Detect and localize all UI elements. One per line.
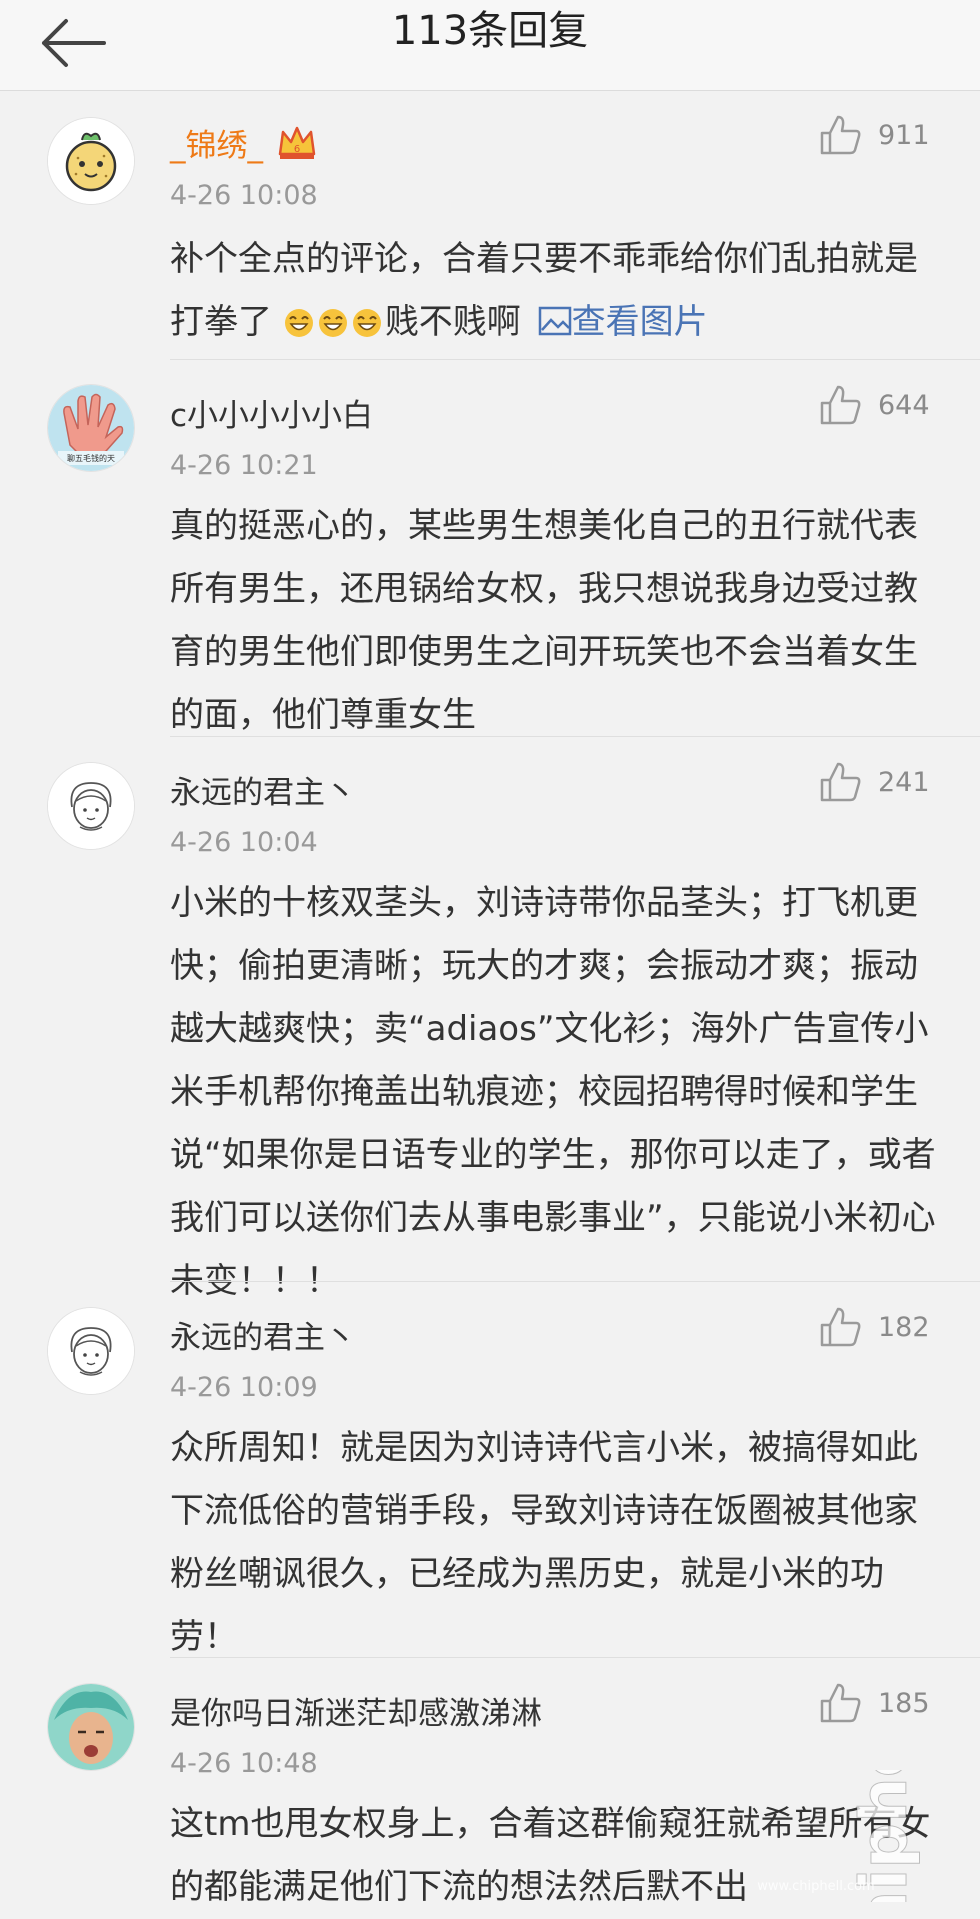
view-image-link[interactable]: 查看图片 <box>532 302 708 342</box>
like-count: 182 <box>878 1311 930 1343</box>
timestamp: 4-26 10:09 <box>170 1372 318 1403</box>
image-icon <box>538 306 571 336</box>
like-count: 241 <box>878 766 930 798</box>
username[interactable]: c小小小小小白 <box>170 390 373 435</box>
comment-item: _锦绣_ 6 4-26 10:08 911 补个全点的评论，合着只要不乖乖给你们… <box>0 90 980 360</box>
comment-item: 永远的君主丶 4-26 10:09 182 众所周知！就是因为刘诗诗代言小米，被… <box>0 1282 980 1658</box>
username[interactable]: 是你吗日渐迷茫却感激涕淋 <box>170 1688 542 1733</box>
comment-item: 永远的君主丶 4-26 10:04 241 小米的十核双茎头，刘诗诗带你品茎头；… <box>0 737 980 1301</box>
username[interactable]: _锦绣_ 6 <box>170 120 317 165</box>
comment-text: 补个全点的评论，合着只要不乖乖给你们乱拍就是打拳了 贱不贱啊 查看图片 <box>170 228 940 360</box>
thumbs-up-icon <box>820 1683 861 1723</box>
grinning-emoji-icon <box>283 297 315 360</box>
like-button[interactable]: 644 <box>818 380 930 430</box>
username[interactable]: 永远的君主丶 <box>170 1312 356 1357</box>
like-button[interactable]: 911 <box>818 110 930 160</box>
thumbs-up-icon <box>820 385 861 425</box>
timestamp: 4-26 10:08 <box>170 180 318 211</box>
avatar[interactable] <box>48 1308 134 1394</box>
thumbs-up-icon <box>820 762 861 802</box>
crown-vip-icon: 6 <box>278 126 316 159</box>
like-count: 644 <box>878 389 930 421</box>
header-bar: 113条回复 <box>0 0 980 91</box>
like-count: 911 <box>878 119 930 151</box>
avatar[interactable] <box>48 118 134 204</box>
svg-text:www.chiphell.com: www.chiphell.com <box>757 1879 874 1894</box>
comment-item: 聊五毛钱的天 c小小小小小白 4-26 10:21 644 真的挺恶心的，某些男… <box>0 360 980 737</box>
chiphell-watermark: chiphell www.chiphell.com <box>736 1689 966 1919</box>
svg-text:6: 6 <box>294 144 300 155</box>
avatar-caption: 聊五毛钱的天 <box>67 454 115 463</box>
page-title: 113条回复 <box>391 8 589 54</box>
like-button[interactable]: 182 <box>818 1302 930 1352</box>
timestamp: 4-26 10:04 <box>170 827 318 858</box>
comment-text: 小米的十核双茎头，刘诗诗带你品茎头；打飞机更快；偷拍更清晰；玩大的才爽；会振动才… <box>170 883 936 1301</box>
grinning-emoji-icon <box>317 297 349 360</box>
username[interactable]: 永远的君主丶 <box>170 767 356 812</box>
avatar[interactable]: 聊五毛钱的天 <box>48 385 134 471</box>
comment-text: 众所周知！就是因为刘诗诗代言小米，被搞得如此下流低俗的营销手段，导致刘诗诗在饭圈… <box>170 1428 918 1657</box>
like-count: 185 <box>878 1687 930 1719</box>
thumbs-up-icon <box>820 115 861 155</box>
like-button[interactable]: 185 <box>818 1678 930 1728</box>
timestamp: 4-26 10:21 <box>170 450 318 481</box>
like-button[interactable]: 241 <box>818 757 930 807</box>
timestamp: 4-26 10:48 <box>170 1748 318 1779</box>
comment-text: 真的挺恶心的，某些男生想美化自己的丑行就代表所有男生，还甩锅给女权，我只想说我身… <box>170 506 918 735</box>
thumbs-up-icon <box>820 1307 861 1347</box>
grinning-emoji-icon <box>351 297 383 360</box>
avatar[interactable] <box>48 1684 134 1770</box>
avatar[interactable] <box>48 763 134 849</box>
